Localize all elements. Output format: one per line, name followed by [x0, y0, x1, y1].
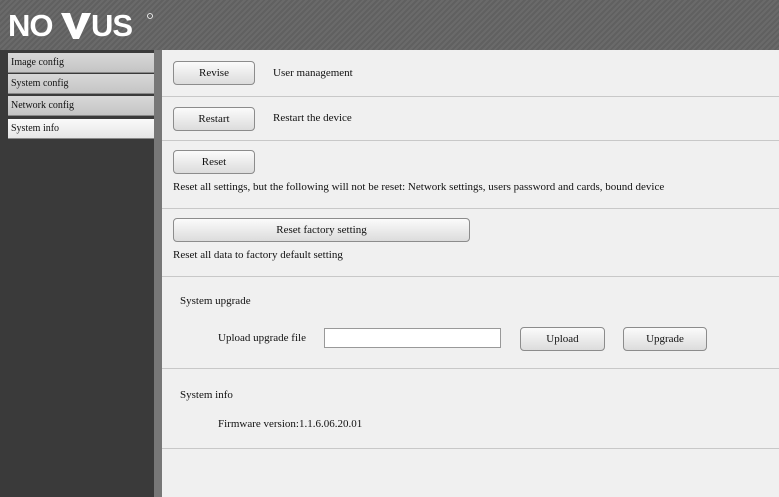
revise-button[interactable]: Revise [173, 61, 255, 85]
reset-factory-button[interactable]: Reset factory setting [173, 218, 470, 242]
restart-section: Restart Restart the device [162, 97, 779, 141]
system-info-title: System info [180, 389, 233, 401]
firmware-version: Firmware version:1.1.6.06.20.01 [218, 418, 363, 430]
header-bar: NO US [0, 0, 779, 50]
revise-section: Revise User management [162, 50, 779, 97]
reset-description: Reset all settings, but the following wi… [173, 181, 665, 193]
sidebar-panel [0, 50, 154, 497]
revise-description: User management [273, 67, 353, 79]
restart-button[interactable]: Restart [173, 107, 255, 131]
upgrade-button[interactable]: Upgrade [623, 327, 707, 351]
sidebar-item-system-config[interactable]: System config [8, 74, 154, 94]
factory-reset-section: Reset factory setting Reset all data to … [162, 209, 779, 277]
main-content: Revise User management Restart Restart t… [162, 50, 779, 497]
reset-section: Reset Reset all settings, but the follow… [162, 141, 779, 209]
restart-description: Restart the device [273, 112, 352, 124]
novus-logo: NO US [8, 8, 156, 42]
factory-reset-description: Reset all data to factory default settin… [173, 249, 343, 261]
upload-file-label: Upload upgrade file [218, 332, 306, 344]
upgrade-section: System upgrade Upload upgrade file Uploa… [162, 277, 779, 369]
system-info-section: System info Firmware version:1.1.6.06.20… [162, 369, 779, 449]
reset-button[interactable]: Reset [173, 150, 255, 174]
sidebar: Image config System config Network confi… [0, 50, 162, 497]
upload-file-input[interactable] [324, 328, 501, 348]
sidebar-item-image-config[interactable]: Image config [8, 53, 154, 73]
sidebar-item-network-config[interactable]: Network config [8, 96, 154, 116]
sidebar-divider [154, 50, 162, 497]
upload-button[interactable]: Upload [520, 327, 605, 351]
svg-text:NO: NO [8, 10, 53, 40]
sidebar-item-system-info[interactable]: System info [8, 119, 154, 139]
svg-text:US: US [91, 10, 132, 40]
upgrade-title: System upgrade [180, 295, 251, 307]
